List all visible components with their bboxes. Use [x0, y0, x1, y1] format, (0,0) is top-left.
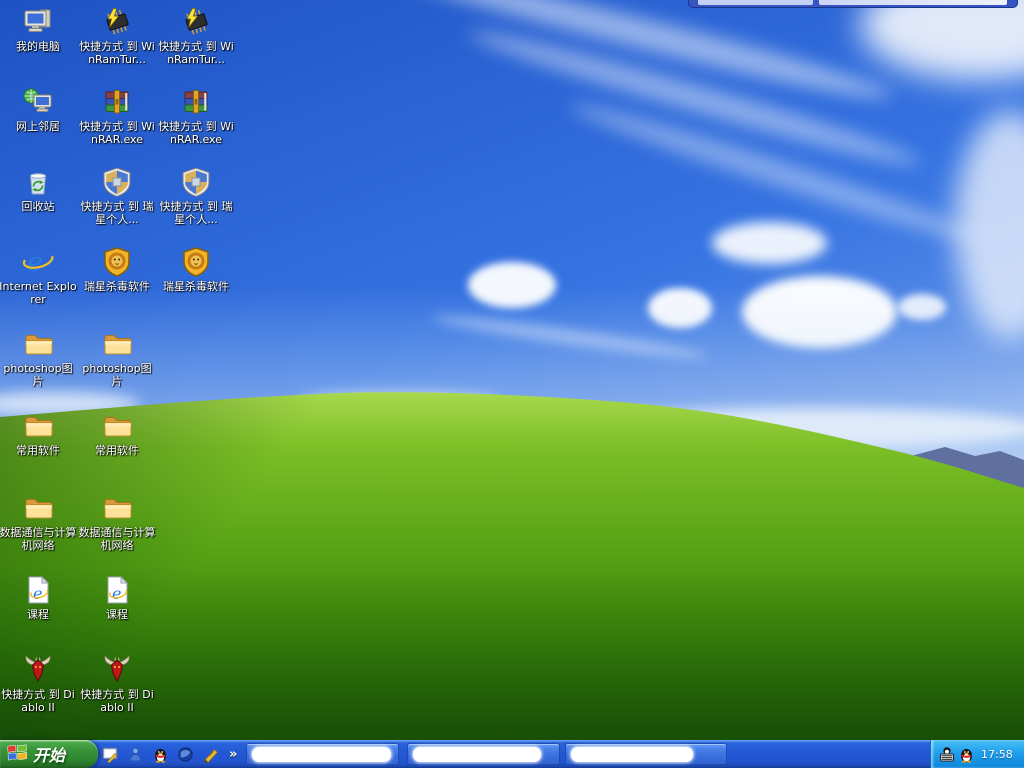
desktop-icon-label: 快捷方式 到 WinRamTur...: [157, 40, 235, 66]
desktop-icon-folder[interactable]: 常用软件: [78, 410, 156, 457]
desktop-icon-folder[interactable]: 常用软件: [0, 410, 77, 457]
desktop-icon-shield[interactable]: 快捷方式 到 瑞星个人...: [157, 166, 235, 226]
diablo-icon: [101, 654, 133, 686]
winrar-icon: [180, 86, 212, 118]
quicklaunch-messenger-icon[interactable]: [127, 746, 144, 763]
taskbar[interactable]: 开始 » 17:58: [0, 740, 1024, 768]
quick-launch-overflow-chevron[interactable]: »: [227, 747, 237, 762]
desktop-icon-label: 瑞星杀毒软件: [78, 280, 156, 293]
tray-clock[interactable]: 17:58: [981, 748, 1013, 761]
xp-desktop-screen: 我的电脑快捷方式 到 WinRamTur...快捷方式 到 WinRamTur.…: [0, 0, 1024, 768]
my-computer-icon: [22, 6, 54, 38]
ie-icon: e: [22, 246, 54, 278]
desktop-icon-label: photoshop图片: [78, 362, 156, 388]
svg-text:e: e: [112, 584, 121, 603]
desktop-icon-label: 快捷方式 到 Diablo II: [0, 688, 77, 714]
tray-qq-news-icon[interactable]: [939, 746, 955, 762]
desktop-icon-label: 快捷方式 到 WinRamTur...: [78, 40, 156, 66]
desktop-icon-folder[interactable]: 数据通信与计算机网络: [0, 492, 77, 552]
chip-icon: [180, 6, 212, 38]
desktop-icon-recycle[interactable]: 回收站: [0, 166, 77, 213]
desktop[interactable]: 我的电脑快捷方式 到 WinRamTur...快捷方式 到 WinRamTur.…: [0, 0, 1024, 740]
quicklaunch-qq-icon[interactable]: [152, 746, 169, 763]
desktop-icon-label: 回收站: [0, 200, 77, 213]
taskbar-window-button-2[interactable]: [407, 743, 560, 765]
illegible-button-label: [252, 747, 391, 762]
taskbar-window-button-3[interactable]: [565, 743, 727, 765]
desktop-icon-label: 快捷方式 到 Diablo II: [78, 688, 156, 714]
desktop-icon-diablo[interactable]: 快捷方式 到 Diablo II: [0, 654, 77, 714]
desktop-icon-ie-doc[interactable]: e 课程: [0, 574, 77, 621]
desktop-icon-winrar[interactable]: 快捷方式 到 WinRAR.exe: [157, 86, 235, 146]
ie-doc-icon: e: [101, 574, 133, 606]
recycle-icon: [22, 166, 54, 198]
desktop-icon-label: 课程: [0, 608, 77, 621]
desktop-icon-label: 课程: [78, 608, 156, 621]
folder-icon: [101, 410, 133, 442]
desktop-icon-label: 常用软件: [0, 444, 77, 457]
shield-icon: [180, 166, 212, 198]
desktop-icon-lion[interactable]: 瑞星杀毒软件: [78, 246, 156, 293]
quicklaunch-gold-pen-icon[interactable]: [202, 746, 219, 763]
desktop-icon-label: 快捷方式 到 WinRAR.exe: [157, 120, 235, 146]
chip-icon: [101, 6, 133, 38]
quicklaunch-show-desktop-icon[interactable]: [102, 746, 119, 763]
folder-icon: [22, 410, 54, 442]
start-button[interactable]: 开始: [0, 740, 98, 768]
desktop-icon-label: Internet Explorer: [0, 280, 77, 306]
desktop-icon-label: 网上邻居: [0, 120, 77, 133]
desktop-icon-label: 数据通信与计算机网络: [78, 526, 156, 552]
lion-icon: [180, 246, 212, 278]
quick-launch: »: [102, 740, 237, 768]
svg-text:e: e: [27, 247, 43, 278]
desktop-icon-folder[interactable]: 数据通信与计算机网络: [78, 492, 156, 552]
desktop-icon-grid: 我的电脑快捷方式 到 WinRamTur...快捷方式 到 WinRamTur.…: [0, 0, 1024, 740]
desktop-icon-label: 常用软件: [78, 444, 156, 457]
desktop-icon-ie-doc[interactable]: e 课程: [78, 574, 156, 621]
illegible-button-label: [571, 747, 693, 762]
taskbar-window-button-1[interactable]: [246, 743, 399, 765]
illegible-button-label: [413, 747, 541, 762]
system-tray: 17:58: [930, 740, 1024, 768]
desktop-icon-folder[interactable]: photoshop图片: [0, 328, 77, 388]
desktop-icon-shield[interactable]: 快捷方式 到 瑞星个人...: [78, 166, 156, 226]
desktop-icon-label: 数据通信与计算机网络: [0, 526, 77, 552]
desktop-icon-chip[interactable]: 快捷方式 到 WinRamTur...: [157, 6, 235, 66]
folder-icon: [22, 328, 54, 360]
desktop-icon-network[interactable]: 网上邻居: [0, 86, 77, 133]
desktop-icon-chip[interactable]: 快捷方式 到 WinRamTur...: [78, 6, 156, 66]
start-button-label: 开始: [33, 742, 71, 766]
folder-icon: [22, 492, 54, 524]
quicklaunch-browser-globe-icon[interactable]: [177, 746, 194, 763]
desktop-icon-label: 我的电脑: [0, 40, 77, 53]
tray-qq-icon[interactable]: [958, 746, 974, 762]
svg-text:e: e: [33, 584, 42, 603]
winrar-icon: [101, 86, 133, 118]
desktop-icon-folder[interactable]: photoshop图片: [78, 328, 156, 388]
desktop-icon-label: 瑞星杀毒软件: [157, 280, 235, 293]
desktop-icon-label: 快捷方式 到 WinRAR.exe: [78, 120, 156, 146]
desktop-icon-lion[interactable]: 瑞星杀毒软件: [157, 246, 235, 293]
diablo-icon: [22, 654, 54, 686]
desktop-icon-label: 快捷方式 到 瑞星个人...: [78, 200, 156, 226]
lion-icon: [101, 246, 133, 278]
desktop-icon-my-computer[interactable]: 我的电脑: [0, 6, 77, 53]
shield-icon: [101, 166, 133, 198]
desktop-icon-winrar[interactable]: 快捷方式 到 WinRAR.exe: [78, 86, 156, 146]
ie-doc-icon: e: [22, 574, 54, 606]
folder-icon: [101, 492, 133, 524]
desktop-icon-diablo[interactable]: 快捷方式 到 Diablo II: [78, 654, 156, 714]
desktop-icon-label: photoshop图片: [0, 362, 77, 388]
network-icon: [22, 86, 54, 118]
windows-logo-icon: [7, 743, 28, 766]
desktop-icon-ie[interactable]: eInternet Explorer: [0, 246, 77, 306]
folder-icon: [101, 328, 133, 360]
desktop-icon-label: 快捷方式 到 瑞星个人...: [157, 200, 235, 226]
